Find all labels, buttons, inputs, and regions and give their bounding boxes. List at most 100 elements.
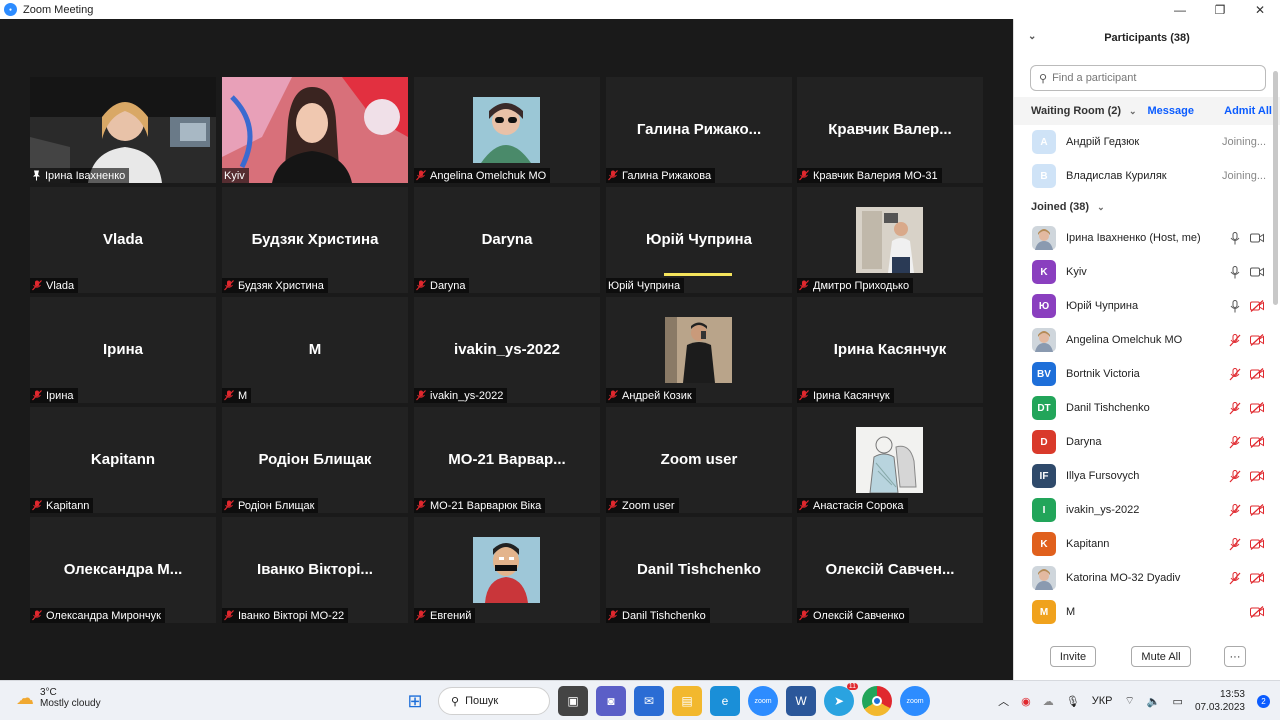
video-tile[interactable]: Андрей Козик — [606, 297, 792, 403]
video-tile[interactable]: Олександра М... Олександра Мирончук — [30, 517, 216, 623]
system-clock[interactable]: 13:53 07.03.2023 — [1195, 688, 1245, 714]
participant-row[interactable]: K Kyiv — [1014, 255, 1280, 289]
chrome-icon[interactable] — [862, 686, 892, 716]
joined-header[interactable]: Joined (38) ⌄ — [1014, 193, 1280, 221]
participant-search-input[interactable]: ⚲ Find a participant — [1030, 65, 1266, 91]
participant-row[interactable]: Katorina MO-32 Dyadiv — [1014, 561, 1280, 595]
camera-off-icon[interactable] — [1250, 367, 1264, 381]
video-tile[interactable]: Евгений — [414, 517, 600, 623]
notification-badge[interactable]: 2 — [1257, 694, 1270, 708]
video-tile[interactable]: Будзяк Христина Будзяк Христина — [222, 187, 408, 293]
panel-scrollbar[interactable] — [1273, 71, 1278, 305]
participant-row[interactable]: Ю Юрій Чуприна — [1014, 289, 1280, 323]
mic-muted-icon[interactable] — [1228, 367, 1242, 381]
video-tile[interactable]: МО-21 Варвар... МО-21 Варварюк Віка — [414, 407, 600, 513]
camera-off-icon[interactable] — [1250, 537, 1264, 551]
camera-off-icon[interactable] — [1250, 333, 1264, 347]
mic-muted-icon[interactable] — [1228, 571, 1242, 585]
camera-off-icon[interactable] — [1250, 299, 1264, 313]
close-button[interactable]: ✕ — [1240, 0, 1280, 19]
mic-muted-icon[interactable] — [1228, 333, 1242, 347]
weather-widget[interactable]: ☁ 3°C Mostly cloudy — [16, 687, 101, 709]
zoom-meeting-icon[interactable]: zoom — [900, 686, 930, 716]
chevron-up-icon[interactable]: ︿ — [998, 693, 1009, 709]
battery-icon[interactable]: ▭ — [1173, 695, 1183, 708]
waiting-room-header[interactable]: Waiting Room (2) ⌄ Message Admit All — [1014, 97, 1280, 125]
camera-off-icon[interactable] — [1250, 605, 1264, 619]
participant-row[interactable]: Iivakin_ys-2022 — [1014, 493, 1280, 527]
microphone-icon[interactable]: 🎙 — [1066, 695, 1080, 708]
video-tile[interactable]: Ірина Касянчук Ірина Касянчук — [797, 297, 983, 403]
task-view-icon[interactable]: ▣ — [558, 686, 588, 716]
maximize-button[interactable]: ❐ — [1200, 0, 1240, 19]
participant-row[interactable]: DT Danil Tishchenko — [1014, 391, 1280, 425]
taskbar-search[interactable]: ⚲ Пошук — [438, 687, 550, 715]
participant-row[interactable]: D Daryna — [1014, 425, 1280, 459]
camera-icon[interactable] — [1250, 231, 1264, 245]
participant-row[interactable]: Angelina Omelchuk MO — [1014, 323, 1280, 357]
waiting-participant-row[interactable]: А Андрій Гедзюк Joining... — [1014, 125, 1280, 159]
word-icon[interactable]: W — [786, 686, 816, 716]
participant-row[interactable]: BV Bortnik Victoria — [1014, 357, 1280, 391]
file-explorer-icon[interactable]: ▤ — [672, 686, 702, 716]
camera-off-icon[interactable] — [1250, 435, 1264, 449]
onedrive-icon[interactable]: ☁ — [1043, 695, 1054, 708]
admit-all-button[interactable]: Admit All — [1224, 105, 1272, 117]
chevron-down-icon[interactable]: ⌄ — [1028, 31, 1036, 42]
mic-muted-icon[interactable] — [1228, 537, 1242, 551]
minimize-button[interactable]: — — [1160, 0, 1200, 19]
language-indicator[interactable]: УКР — [1092, 695, 1113, 707]
video-tile[interactable]: Kapitann Kapitann — [30, 407, 216, 513]
wifi-icon[interactable]: ⌔ — [1124, 694, 1134, 708]
windows-start-icon[interactable]: ⊞ — [400, 686, 430, 716]
video-tile[interactable]: Angelina Omelchuk MO — [414, 77, 600, 183]
camera-off-icon[interactable] — [1250, 503, 1264, 517]
chevron-down-icon[interactable]: ⌄ — [1129, 106, 1137, 117]
mute-all-button[interactable]: Mute All — [1131, 646, 1191, 667]
video-tile[interactable]: Ірина Івахненко — [30, 77, 216, 183]
volume-icon[interactable]: 🔈 — [1147, 695, 1161, 708]
participant-row[interactable]: IF Illya Fursovych — [1014, 459, 1280, 493]
edge-browser-icon[interactable]: e — [710, 686, 740, 716]
video-tile[interactable]: ivakin_ys-2022 ivakin_ys-2022 — [414, 297, 600, 403]
waiting-participant-row[interactable]: В Владислав Куриляк Joining... — [1014, 159, 1280, 193]
more-options-button[interactable]: ··· — [1224, 646, 1246, 667]
camera-icon[interactable] — [1250, 265, 1264, 279]
video-tile[interactable]: Daryna Daryna — [414, 187, 600, 293]
mic-muted-icon[interactable] — [1228, 435, 1242, 449]
video-tile[interactable]: Vlada Vlada — [30, 187, 216, 293]
microphone-icon[interactable] — [1228, 265, 1242, 279]
video-tile[interactable]: Олексій Савчен... Олексій Савченко — [797, 517, 983, 623]
mic-muted-icon[interactable] — [1228, 469, 1242, 483]
camera-off-icon[interactable] — [1250, 401, 1264, 415]
camera-off-icon[interactable] — [1250, 469, 1264, 483]
participant-row[interactable]: K Kapitann — [1014, 527, 1280, 561]
video-tile[interactable]: Юрій Чуприна Юрій Чуприна — [606, 187, 792, 293]
microphone-icon[interactable] — [1228, 299, 1242, 313]
mail-icon[interactable]: ✉ — [634, 686, 664, 716]
microphone-icon[interactable] — [1228, 231, 1242, 245]
mic-muted-icon[interactable] — [1228, 503, 1242, 517]
zoom-app-icon[interactable]: zoom — [748, 686, 778, 716]
telegram-icon[interactable]: ➤ 11 — [824, 683, 858, 716]
participant-row[interactable]: Ірина Івахненко (Host, me) — [1014, 221, 1280, 255]
chevron-down-icon[interactable]: ⌄ — [1097, 202, 1105, 213]
video-tile[interactable]: Danil Tishchenko Danil Tishchenko — [606, 517, 792, 623]
video-tile[interactable]: Іванко Вікторі... Іванко Вікторі МО-22 — [222, 517, 408, 623]
app-tray-icon[interactable]: ◉ — [1021, 695, 1031, 708]
participant-row[interactable]: MM — [1014, 595, 1280, 629]
invite-button[interactable]: Invite — [1050, 646, 1096, 667]
video-tile[interactable]: Ірина Ірина — [30, 297, 216, 403]
camera-off-icon[interactable] — [1250, 571, 1264, 585]
message-button[interactable]: Message — [1148, 105, 1194, 117]
teams-chat-icon[interactable]: ◙ — [596, 686, 626, 716]
video-tile[interactable]: Родіон Блищак Родіон Блищак — [222, 407, 408, 513]
video-tile[interactable]: Zoom user Zoom user — [606, 407, 792, 513]
video-tile[interactable]: ММ — [222, 297, 408, 403]
video-tile[interactable]: Кравчик Валер... Кравчик Валерия МО-31 — [797, 77, 983, 183]
video-tile[interactable]: Галина Рижако... Галина Рижакова — [606, 77, 792, 183]
video-tile[interactable]: Kyiv — [222, 77, 408, 183]
video-tile[interactable]: Дмитро Приходько — [797, 187, 983, 293]
mic-muted-icon[interactable] — [1228, 401, 1242, 415]
video-tile[interactable]: Анастасія Сорока — [797, 407, 983, 513]
